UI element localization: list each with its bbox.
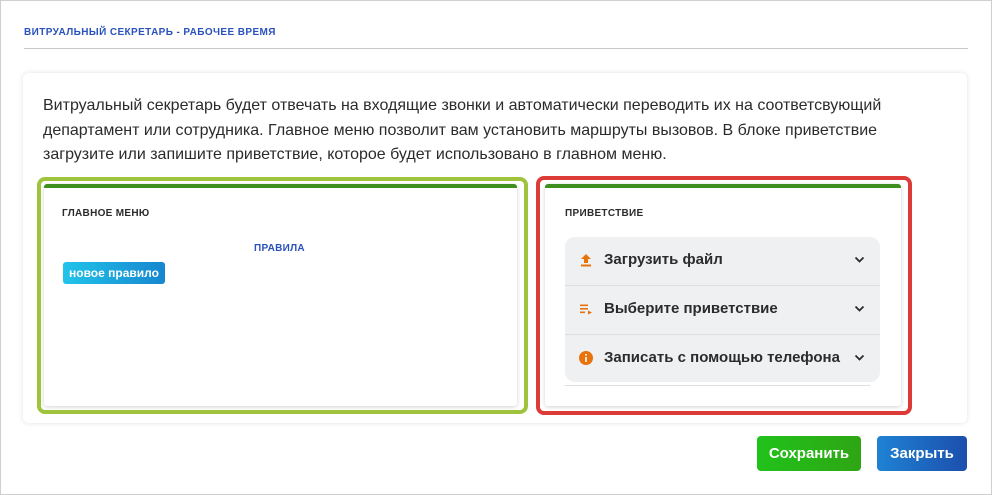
save-button[interactable]: Сохранить xyxy=(757,436,861,471)
chevron-down-icon xyxy=(854,256,865,263)
accordion-label: Загрузить файл xyxy=(604,251,723,268)
new-rule-button[interactable]: новое правило xyxy=(63,262,165,284)
main-menu-panel: ГЛАВНОЕ МЕНЮ ПРАВИЛА новое правило xyxy=(44,184,517,406)
rules-label: ПРАВИЛА xyxy=(254,243,305,254)
playlist-icon xyxy=(580,304,592,315)
chevron-down-icon xyxy=(854,354,865,361)
accordion-label: Записать с помощью телефона xyxy=(604,349,840,366)
accordion-item-record-by-phone[interactable]: Записать с помощью телефона xyxy=(565,334,880,382)
greeting-panel: ПРИВЕТСТВИЕ Загрузить файл Выберите прив… xyxy=(545,184,901,406)
accordion-label: Выберите приветствие xyxy=(604,300,778,317)
accordion-divider xyxy=(565,385,870,386)
close-button[interactable]: Закрыть xyxy=(877,436,967,471)
chevron-down-icon xyxy=(854,305,865,312)
accordion-item-select-greeting[interactable]: Выберите приветствие xyxy=(565,285,880,334)
greeting-accordion: Загрузить файл Выберите приветствие Запи… xyxy=(565,237,880,382)
description-text: Витруальный секретарь будет отвечать на … xyxy=(43,97,882,163)
modal-title: ВИТРУАЛЬНЫЙ СЕКРЕТАРЬ - РАБОЧЕЕ ВРЕМЯ xyxy=(24,27,276,38)
info-icon xyxy=(579,351,593,365)
greeting-title: ПРИВЕТСТВИЕ xyxy=(565,208,644,219)
title-divider xyxy=(24,48,968,49)
accordion-item-upload-file[interactable]: Загрузить файл xyxy=(565,237,880,285)
upload-icon xyxy=(581,254,591,267)
main-menu-title: ГЛАВНОЕ МЕНЮ xyxy=(62,208,150,219)
